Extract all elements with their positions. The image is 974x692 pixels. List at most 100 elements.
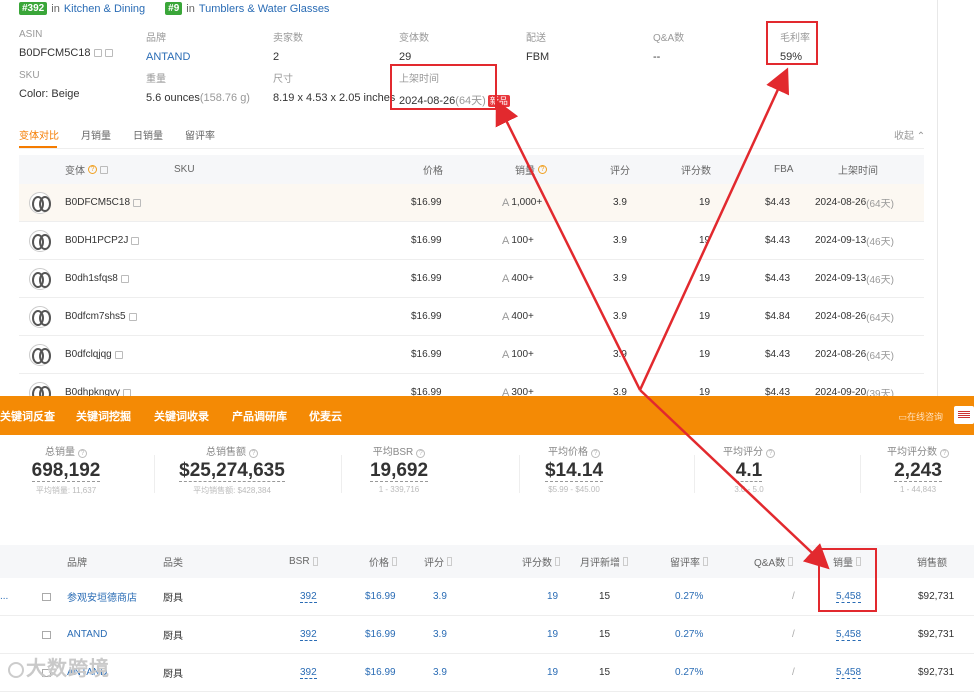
nav-keyword-reverse[interactable]: 关键词反查	[0, 408, 55, 424]
help-icon[interactable]: ?	[766, 449, 775, 458]
product-qa: /	[792, 667, 795, 678]
nav-product-research[interactable]: 产品调研库	[232, 408, 287, 424]
variant-row[interactable]: B0dfclqjqg $16.99 A 100+ 3.9 19 $4.43 2024-08-2…	[19, 336, 924, 374]
copy-icon[interactable]	[100, 165, 108, 174]
variant-asin[interactable]: B0DH1PCP2J	[65, 235, 128, 246]
variant-row[interactable]: B0DH1PCP2J $16.99 A 100+ 3.9 19 $4.43 2024-09-1…	[19, 222, 924, 260]
product-row[interactable]: ANTAND 厨具 392 $16.99 3.9 19 15 0.27%/5,458 $92,7…	[0, 654, 974, 692]
product-thumbnail[interactable]	[29, 191, 51, 214]
col-review-rate[interactable]: 留评率	[670, 545, 708, 578]
product-sales[interactable]: 5,458	[836, 629, 862, 641]
nav-youmaiyun[interactable]: 优麦云	[309, 408, 342, 424]
variant-price: $16.99	[411, 349, 442, 360]
col-monthly-reviews[interactable]: 月评新增	[580, 545, 628, 578]
col-qa[interactable]: Q&A数	[754, 545, 794, 578]
col-reviews[interactable]: 评分数	[522, 545, 560, 578]
copy-icon[interactable]	[120, 274, 129, 283]
stat-card: 平均评分数? 2,243 1 - 44,843	[878, 443, 958, 494]
tab-monthly-sales[interactable]: 月销量	[81, 127, 111, 142]
product-category: 厨具	[163, 631, 183, 642]
variant-asin[interactable]: B0dfcm7shs5	[65, 311, 126, 322]
product-brand[interactable]: 参观安垣德商店	[67, 578, 137, 615]
variant-asin[interactable]: B0dfclqjqg	[65, 349, 112, 360]
nav-keyword-mining[interactable]: 关键词挖掘	[76, 408, 131, 424]
variant-row[interactable]: B0dfcm7shs5 $16.99 A 400+ 3.9 19 $4.84 2024-08-…	[19, 298, 924, 336]
brand-link[interactable]: ANTAND	[146, 51, 276, 63]
asin-value: B0DFCM5C18	[19, 47, 91, 59]
sort-icon[interactable]	[788, 557, 794, 566]
variant-rating: 3.9	[613, 273, 627, 284]
help-icon[interactable]: ?	[416, 449, 426, 458]
col-bsr[interactable]: BSR	[289, 545, 318, 578]
us-flag-icon[interactable]	[954, 406, 974, 424]
help-icon[interactable]: ?	[249, 449, 258, 458]
product-sales-cell: 5,458	[836, 616, 862, 653]
col-rating[interactable]: 评分	[424, 545, 452, 578]
product-bsr[interactable]: 392	[300, 629, 317, 641]
variant-asin[interactable]: B0DFCM5C18	[65, 197, 130, 208]
product-thumbnail[interactable]	[29, 305, 51, 328]
variant-sales-cell: A 1,000+	[502, 184, 542, 221]
product-brand[interactable]: ANTAND	[67, 616, 107, 653]
variant-row[interactable]: B0DFCM5C18 $16.99 A 1,000+ 3.9 19 $4.43 2024-08…	[19, 184, 924, 222]
attr-value: 5.6 ounces(158.76 g)	[146, 92, 276, 104]
help-icon[interactable]: ?	[78, 449, 87, 458]
copy-icon[interactable]	[128, 312, 137, 321]
product-thumbnail[interactable]	[29, 229, 51, 252]
stat-value: 2,243	[894, 460, 942, 482]
collapse-button[interactable]: 收起 ⌃	[894, 127, 925, 142]
product-revenue: $92,731	[918, 629, 955, 640]
copy-icon[interactable]	[104, 49, 113, 58]
col-qa-label: Q&A数	[754, 558, 786, 569]
variant-table: 变体? SKU 价格 销量? 评分 评分数 FBA 上架时间 B0DFCM5C1…	[19, 155, 924, 412]
col-price[interactable]: 价格	[369, 545, 397, 578]
tab-review-rate[interactable]: 留评率	[185, 127, 215, 142]
product-thumbnail[interactable]	[29, 267, 51, 290]
nav-keyword-index[interactable]: 关键词收录	[154, 408, 209, 424]
tab-daily-sales[interactable]: 日销量	[133, 127, 163, 142]
product-sales[interactable]: 5,458	[836, 667, 862, 679]
product-category: 厨具	[163, 593, 183, 604]
variant-listed-days: (64天)	[866, 199, 894, 210]
attr-variants: 变体数 29	[399, 29, 529, 63]
product-thumbnail[interactable]	[29, 343, 51, 366]
rank-badge: #9	[165, 2, 183, 15]
sort-icon[interactable]	[312, 557, 318, 566]
product-row[interactable]: ANTAND 厨具 392 $16.99 3.9 19 15 0.27%/5,458 $92,7…	[0, 616, 974, 654]
product-rating: 3.9	[433, 629, 447, 640]
help-icon[interactable]: ?	[591, 449, 600, 458]
variant-reviews: 19	[699, 349, 711, 360]
sort-icon[interactable]	[555, 557, 560, 566]
variant-row[interactable]: B0dh1sfqs8 $16.99 A 400+ 3.9 19 $4.43 2024-09-1…	[19, 260, 924, 298]
sort-icon[interactable]	[623, 557, 628, 566]
stat-value-wrap: $25,274,635	[172, 458, 292, 482]
variant-asin-cell: B0DH1PCP2J	[65, 222, 140, 259]
copy-icon[interactable]	[114, 350, 123, 359]
attr-label: ASIN	[19, 29, 43, 40]
variant-asin-cell: B0DFCM5C18	[65, 184, 142, 221]
sort-icon[interactable]	[392, 557, 397, 566]
rank-in: in	[51, 2, 60, 15]
a-tier-icon: A	[502, 272, 510, 285]
tab-variant-compare[interactable]: 变体对比	[19, 127, 59, 142]
rank-category-link[interactable]: Kitchen & Dining	[64, 3, 145, 15]
product-rating: 3.9	[433, 591, 447, 602]
copy-icon[interactable]	[131, 236, 140, 245]
sort-icon[interactable]	[447, 557, 452, 566]
copy-icon[interactable]	[133, 198, 142, 207]
a-tier-icon: A	[502, 196, 510, 209]
copy-icon[interactable]	[93, 49, 102, 58]
sort-icon[interactable]	[703, 557, 708, 566]
product-bsr[interactable]: 392	[300, 591, 317, 603]
product-bsr[interactable]: 392	[300, 667, 317, 679]
help-icon[interactable]: ?	[88, 165, 97, 174]
variant-asin[interactable]: B0dh1sfqs8	[65, 273, 118, 284]
image-icon[interactable]	[42, 592, 51, 601]
rank-category-link[interactable]: Tumblers & Water Glasses	[199, 3, 330, 15]
image-icon[interactable]	[42, 630, 51, 639]
online-consult-button[interactable]: ▭在线咨询	[898, 410, 943, 423]
product-detail-panel: #392 in Kitchen & Dining #9 in Tumblers …	[0, 0, 938, 412]
help-icon[interactable]: ?	[538, 165, 547, 174]
chevron-up-icon: ⌃	[916, 131, 926, 142]
help-icon[interactable]: ?	[940, 449, 949, 458]
